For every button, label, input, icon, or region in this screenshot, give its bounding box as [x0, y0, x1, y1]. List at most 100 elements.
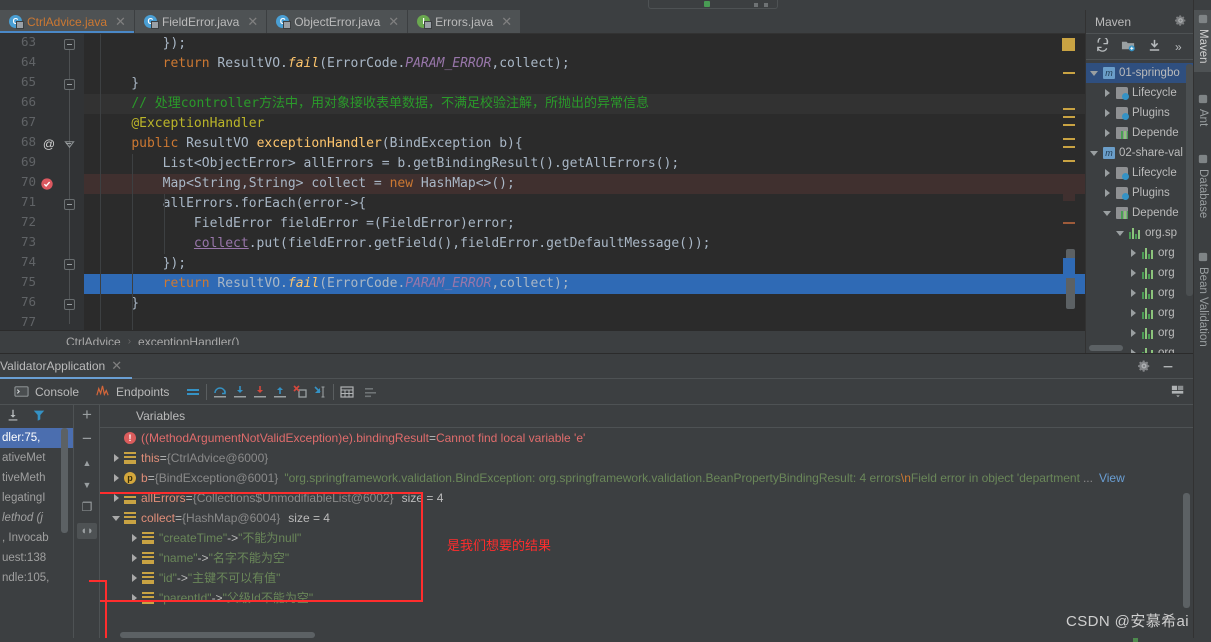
step-into-icon[interactable]	[232, 384, 248, 400]
remove-watch-icon[interactable]: −	[79, 430, 95, 447]
tool-window-button-maven[interactable]: Maven	[1194, 10, 1211, 72]
chevron-right-icon[interactable]	[1103, 108, 1112, 118]
code-line-65[interactable]: }	[84, 74, 1085, 94]
editor-tab-objecterror[interactable]: C ObjectError.java ✕	[267, 10, 409, 33]
tool-window-button-database[interactable]: Database	[1194, 150, 1211, 236]
fold-toggle-line-68[interactable]	[64, 139, 75, 150]
toolbar-square-icon-1[interactable]	[754, 3, 758, 7]
maven-tree-item[interactable]: Plugins	[1086, 103, 1193, 123]
variables-list[interactable]: ((MethodArgumentNotValidException)e).bin…	[100, 428, 1193, 608]
maven-tree-item[interactable]: Depende	[1086, 203, 1193, 223]
maven-tree-item[interactable]: Depende	[1086, 123, 1193, 143]
maven-tree-item[interactable]: org	[1086, 263, 1193, 283]
variable-row[interactable]: collect = {HashMap@6004} size = 4	[100, 508, 1193, 528]
code-line-74[interactable]: });	[84, 254, 1085, 274]
gear-icon[interactable]	[1137, 359, 1151, 376]
run-to-cursor-icon[interactable]	[312, 384, 328, 400]
toolbar-square-icon-2[interactable]	[764, 3, 768, 7]
marker-warning[interactable]	[1062, 38, 1075, 51]
variables-panel[interactable]: Variables ((MethodArgumentNotValidExcept…	[100, 405, 1193, 642]
add-maven-project-icon[interactable]	[1121, 38, 1136, 56]
chevron-down-icon[interactable]	[1090, 69, 1099, 78]
breakpoint-verified-icon[interactable]	[40, 177, 54, 191]
force-step-into-icon[interactable]	[252, 384, 268, 400]
copy-value-icon[interactable]: ❐	[79, 499, 95, 515]
code-line-73[interactable]: collect.put(fieldError.getField(),fieldE…	[84, 234, 1085, 254]
variable-row[interactable]: "parentId" -> "父级Id不能为空"	[100, 588, 1193, 608]
step-out-icon[interactable]	[272, 384, 288, 400]
marker-3[interactable]	[1063, 116, 1075, 118]
floating-run-toolbar[interactable]	[648, 0, 778, 9]
variable-row[interactable]: "name" -> "名字不能为空"	[100, 548, 1193, 568]
marker-5[interactable]	[1063, 138, 1075, 140]
marker-6[interactable]	[1063, 146, 1075, 148]
reload-all-maven-projects-icon[interactable]	[1095, 35, 1110, 56]
marker-2[interactable]	[1063, 108, 1075, 110]
chevron-right-icon[interactable]	[1129, 308, 1138, 318]
inline-watches-icon[interactable]: ◖◗	[77, 523, 97, 539]
close-icon[interactable]: ✕	[501, 15, 512, 28]
chevron-right-icon[interactable]	[1103, 168, 1112, 178]
marker-1[interactable]	[1063, 72, 1075, 74]
maven-tree-item[interactable]: Lifecycle	[1086, 83, 1193, 103]
code-line-66[interactable]: // 处理controller方法中，用对象接收表单数据，不满足校验注解，所抛出…	[84, 94, 1085, 114]
maven-project-tree[interactable]: 01-springbo Lifecycle Plugins Depende 02-sha…	[1086, 60, 1193, 363]
variable-row[interactable]: ((MethodArgumentNotValidException)e).bin…	[100, 428, 1193, 448]
maven-tree-item[interactable]: Lifecycle	[1086, 163, 1193, 183]
maven-tree-item[interactable]: org	[1086, 323, 1193, 343]
fold-toggle-line-65[interactable]	[64, 79, 75, 90]
fold-toggle-line-76[interactable]	[64, 299, 75, 310]
gear-icon[interactable]	[1174, 14, 1187, 30]
marker-7[interactable]	[1063, 160, 1075, 162]
chevron-right-icon[interactable]	[1103, 88, 1112, 98]
frame-row[interactable]: ndle:105,	[0, 568, 73, 588]
settings-list-icon[interactable]	[363, 384, 379, 400]
fold-toggle-line-71[interactable]	[64, 199, 75, 210]
code-editor[interactable]: 63 64 65 66 67 68 69 70 71 72 73 74 75 76 77 @ }); retu…	[0, 34, 1085, 330]
move-down-icon[interactable]: ▼	[79, 477, 95, 493]
move-up-icon[interactable]: ▲	[79, 455, 95, 471]
code-line-64[interactable]: return ResultVO.fail(ErrorCode.PARAM_ERR…	[84, 54, 1085, 74]
tab-console[interactable]: Console	[6, 379, 87, 405]
code-line-77[interactable]	[84, 314, 1085, 330]
export-threads-icon[interactable]	[6, 408, 20, 425]
marker-4[interactable]	[1063, 124, 1075, 126]
chevron-right-icon[interactable]	[1129, 288, 1138, 298]
chevron-down-icon[interactable]	[1103, 209, 1112, 218]
variable-row[interactable]: "createTime" -> "不能为null"	[100, 528, 1193, 548]
editor-tab-ctrladvice[interactable]: C CtrlAdvice.java ✕	[0, 10, 135, 33]
maven-tree-item[interactable]: org.sp	[1086, 223, 1193, 243]
code-line-67[interactable]: @ExceptionHandler	[84, 114, 1085, 134]
tool-window-button-bean-validation[interactable]: Bean Validation	[1194, 248, 1211, 370]
drop-frame-icon[interactable]	[292, 384, 308, 400]
maven-tree-item[interactable]: Plugins	[1086, 183, 1193, 203]
tab-endpoints[interactable]: Endpoints	[87, 379, 177, 405]
chevron-right-icon[interactable]	[128, 588, 142, 608]
maven-tree-item[interactable]: org	[1086, 243, 1193, 263]
maven-vertical-scrollbar[interactable]	[1186, 64, 1193, 296]
code-line-69[interactable]: List<ObjectError> allErrors = b.getBindi…	[84, 154, 1085, 174]
editor-tab-fielderror[interactable]: C FieldError.java ✕	[134, 10, 268, 33]
maven-tree-item[interactable]: org	[1086, 303, 1193, 323]
close-icon[interactable]: ✕	[111, 358, 122, 374]
gutter-annotation-icon[interactable]: @	[42, 137, 56, 151]
layout-settings-icon[interactable]	[1171, 384, 1185, 401]
marker-9[interactable]	[1063, 222, 1075, 224]
download-sources-icon[interactable]	[1147, 38, 1162, 56]
frame-row[interactable]: uest:138	[0, 548, 73, 568]
code-line-68[interactable]: public ResultVO exceptionHandler(BindExc…	[84, 134, 1085, 154]
variables-vertical-scrollbar[interactable]	[1183, 493, 1190, 608]
step-over-icon[interactable]	[212, 384, 228, 400]
chevron-right-icon[interactable]	[110, 448, 124, 468]
filter-frames-icon[interactable]	[32, 408, 46, 425]
maven-tree-item[interactable]: 01-springbo	[1086, 63, 1193, 83]
code-text-area[interactable]: }); return ResultVO.fail(ErrorCode.PARAM…	[84, 34, 1085, 330]
editor-marker-strip[interactable]	[1062, 34, 1075, 330]
chevron-down-icon[interactable]	[1090, 149, 1099, 158]
code-line-76[interactable]: }	[84, 294, 1085, 314]
chevron-right-icon[interactable]	[1129, 268, 1138, 278]
variable-row[interactable]: allErrors = {Collections$UnmodifiableLis…	[100, 488, 1193, 508]
chevron-right-icon[interactable]	[1103, 128, 1112, 138]
debug-session-tab[interactable]: ValidatorApplication ✕	[0, 354, 133, 379]
frames-vertical-scrollbar[interactable]	[61, 428, 68, 533]
